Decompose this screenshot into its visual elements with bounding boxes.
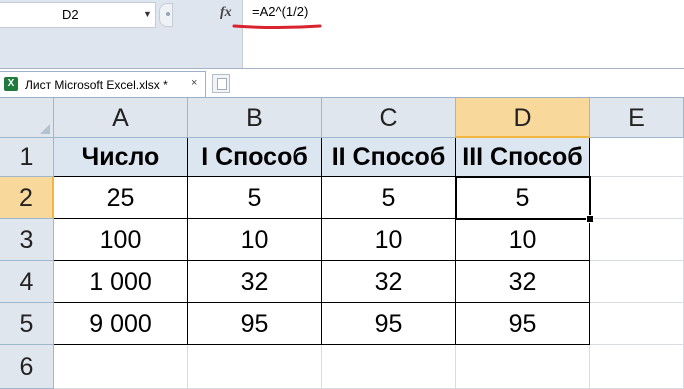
table-cell[interactable]: 5: [322, 177, 456, 219]
empty-cell[interactable]: [322, 345, 456, 389]
name-box[interactable]: D2 ▼: [0, 2, 156, 28]
formula-input[interactable]: =A2^(1/2): [242, 0, 684, 68]
row-header-6[interactable]: 6: [0, 345, 54, 389]
table-cell[interactable]: 5: [456, 177, 590, 219]
annotation-underline: [232, 24, 322, 29]
table-cell[interactable]: 32: [188, 261, 322, 303]
name-box-value: D2: [62, 7, 79, 22]
table-header-cell[interactable]: III Способ: [456, 138, 590, 177]
table-header-cell[interactable]: I Способ: [188, 138, 322, 177]
column-header-a[interactable]: A: [54, 98, 188, 138]
new-workbook-tab-icon[interactable]: [212, 74, 230, 93]
chevron-down-icon[interactable]: ▼: [143, 9, 152, 19]
column-header-e[interactable]: E: [590, 98, 684, 138]
row-header-3[interactable]: 3: [0, 219, 54, 261]
empty-cell[interactable]: [590, 345, 684, 389]
table-cell[interactable]: 1 000: [54, 261, 188, 303]
tab-label: Лист Microsoft Excel.xlsx *: [25, 78, 168, 92]
table-cell[interactable]: 100: [54, 219, 188, 261]
table-cell[interactable]: 25: [54, 177, 188, 219]
empty-cell[interactable]: [188, 345, 322, 389]
table-cell[interactable]: 95: [456, 303, 590, 345]
excel-file-icon: X: [4, 77, 18, 91]
column-header-d[interactable]: D: [456, 98, 590, 138]
table-header-cell[interactable]: II Способ: [322, 138, 456, 177]
column-header-c[interactable]: C: [322, 98, 456, 138]
row-header-5[interactable]: 5: [0, 303, 54, 345]
table-cell[interactable]: 10: [322, 219, 456, 261]
table-cell[interactable]: 32: [456, 261, 590, 303]
empty-cell[interactable]: [590, 177, 684, 219]
table-cell[interactable]: 10: [456, 219, 590, 261]
splitter-grip-icon: [166, 12, 170, 16]
tab-workbook[interactable]: X Лист Microsoft Excel.xlsx * ×: [0, 71, 206, 97]
fill-handle[interactable]: [586, 215, 594, 223]
table-cell[interactable]: 5: [188, 177, 322, 219]
spreadsheet-grid[interactable]: A B C D E 1 2 3 4 5 6 Число I Способ II Способ III Спо…: [0, 98, 684, 389]
table-header-cell[interactable]: Число: [54, 138, 188, 177]
row-header-2[interactable]: 2: [0, 177, 54, 219]
row-header-1[interactable]: 1: [0, 138, 54, 177]
row-header-4[interactable]: 4: [0, 261, 54, 303]
insert-function-button[interactable]: fx: [220, 5, 232, 21]
table-cell[interactable]: 10: [188, 219, 322, 261]
workbook-tab-strip: X Лист Microsoft Excel.xlsx * ×: [0, 69, 684, 98]
table-cell[interactable]: 32: [322, 261, 456, 303]
column-header-b[interactable]: B: [188, 98, 322, 138]
table-cell[interactable]: 95: [188, 303, 322, 345]
table-cell[interactable]: 95: [322, 303, 456, 345]
empty-cell[interactable]: [590, 303, 684, 345]
empty-cell[interactable]: [590, 219, 684, 261]
close-icon[interactable]: ×: [191, 77, 197, 89]
select-all-corner[interactable]: [0, 98, 54, 138]
empty-cell[interactable]: [456, 345, 590, 389]
table-cell[interactable]: 9 000: [54, 303, 188, 345]
formula-text: =A2^(1/2): [252, 4, 309, 19]
empty-cell[interactable]: [590, 261, 684, 303]
formula-bar: D2 ▼ fx =A2^(1/2): [0, 0, 684, 69]
empty-cell[interactable]: [590, 138, 684, 177]
empty-cell[interactable]: [54, 345, 188, 389]
